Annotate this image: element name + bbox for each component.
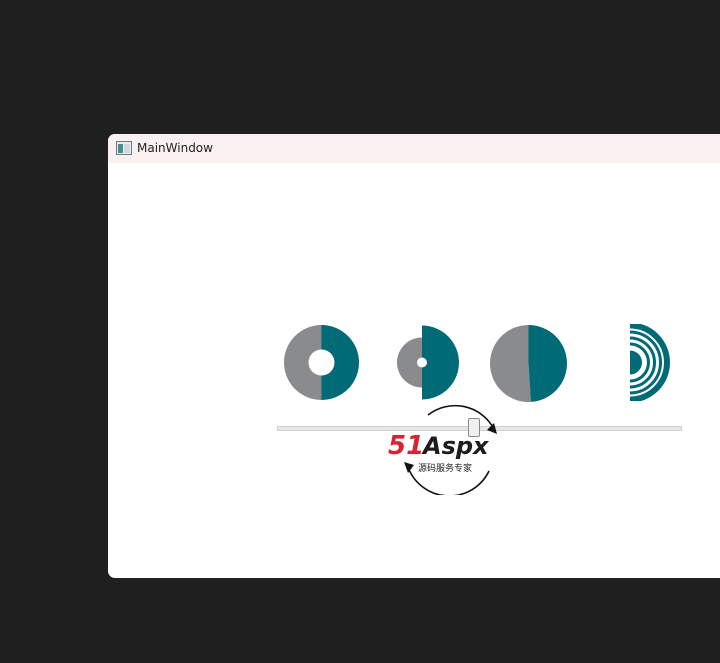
full-pie — [489, 325, 567, 402]
app-window-icon — [116, 141, 132, 155]
full-pie-value — [528, 325, 567, 402]
title-bar: MainWindow — [108, 134, 720, 163]
main-window: MainWindow 51 Aspx 源码服务专家 — [108, 134, 720, 578]
arc-rings — [629, 324, 670, 401]
small-donut-pie-hole — [417, 357, 427, 368]
small-donut-pie — [397, 325, 459, 400]
donut-pie — [284, 325, 359, 400]
watermark-number: 51 — [388, 431, 424, 461]
arc-rings-value — [629, 324, 670, 401]
watermark-logo: 51 Aspx 源码服务专家 — [388, 404, 497, 495]
small-donut-pie-value — [422, 325, 459, 400]
window-title: MainWindow — [137, 141, 213, 155]
watermark-brand: Aspx — [421, 432, 490, 460]
watermark-tagline: 源码服务专家 — [418, 462, 472, 474]
donut-pie-hole — [308, 349, 335, 376]
chart-area: 51 Aspx 源码服务专家 — [108, 163, 720, 578]
arc-ring-core — [630, 350, 642, 375]
full-pie-remainder — [489, 325, 531, 402]
